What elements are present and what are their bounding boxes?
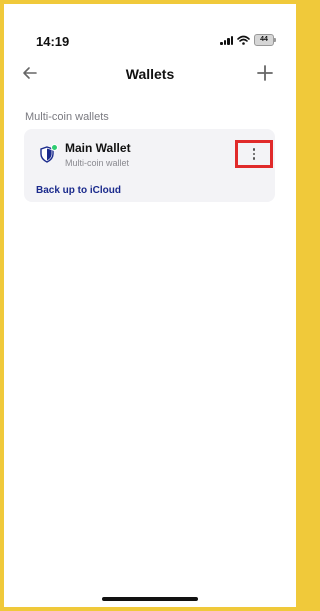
wifi-icon — [237, 35, 250, 45]
backup-icloud-link[interactable]: Back up to iCloud — [36, 185, 121, 196]
wallet-more-button[interactable] — [235, 140, 273, 168]
wallet-card[interactable]: Main Wallet Multi-coin wallet Back up to… — [24, 129, 275, 202]
status-icons: 44 — [220, 34, 276, 46]
plus-icon[interactable] — [254, 62, 276, 84]
wallet-name: Main Wallet — [65, 141, 131, 155]
status-bar: 14:19 44 — [4, 4, 296, 60]
home-indicator — [102, 597, 198, 601]
nav-bar: Wallets — [4, 60, 296, 90]
shield-icon — [40, 144, 58, 163]
more-vertical-icon — [252, 148, 256, 160]
app-screen: 14:19 44 Wallets Multi-coin wallets Main… — [4, 4, 296, 607]
status-dot — [51, 144, 58, 151]
battery-icon: 44 — [254, 34, 276, 46]
section-title: Multi-coin wallets — [25, 111, 109, 123]
status-time: 14:19 — [36, 34, 70, 49]
page-title: Wallets — [125, 66, 175, 82]
wallet-subtitle: Multi-coin wallet — [65, 158, 130, 168]
signal-icon — [220, 35, 233, 45]
